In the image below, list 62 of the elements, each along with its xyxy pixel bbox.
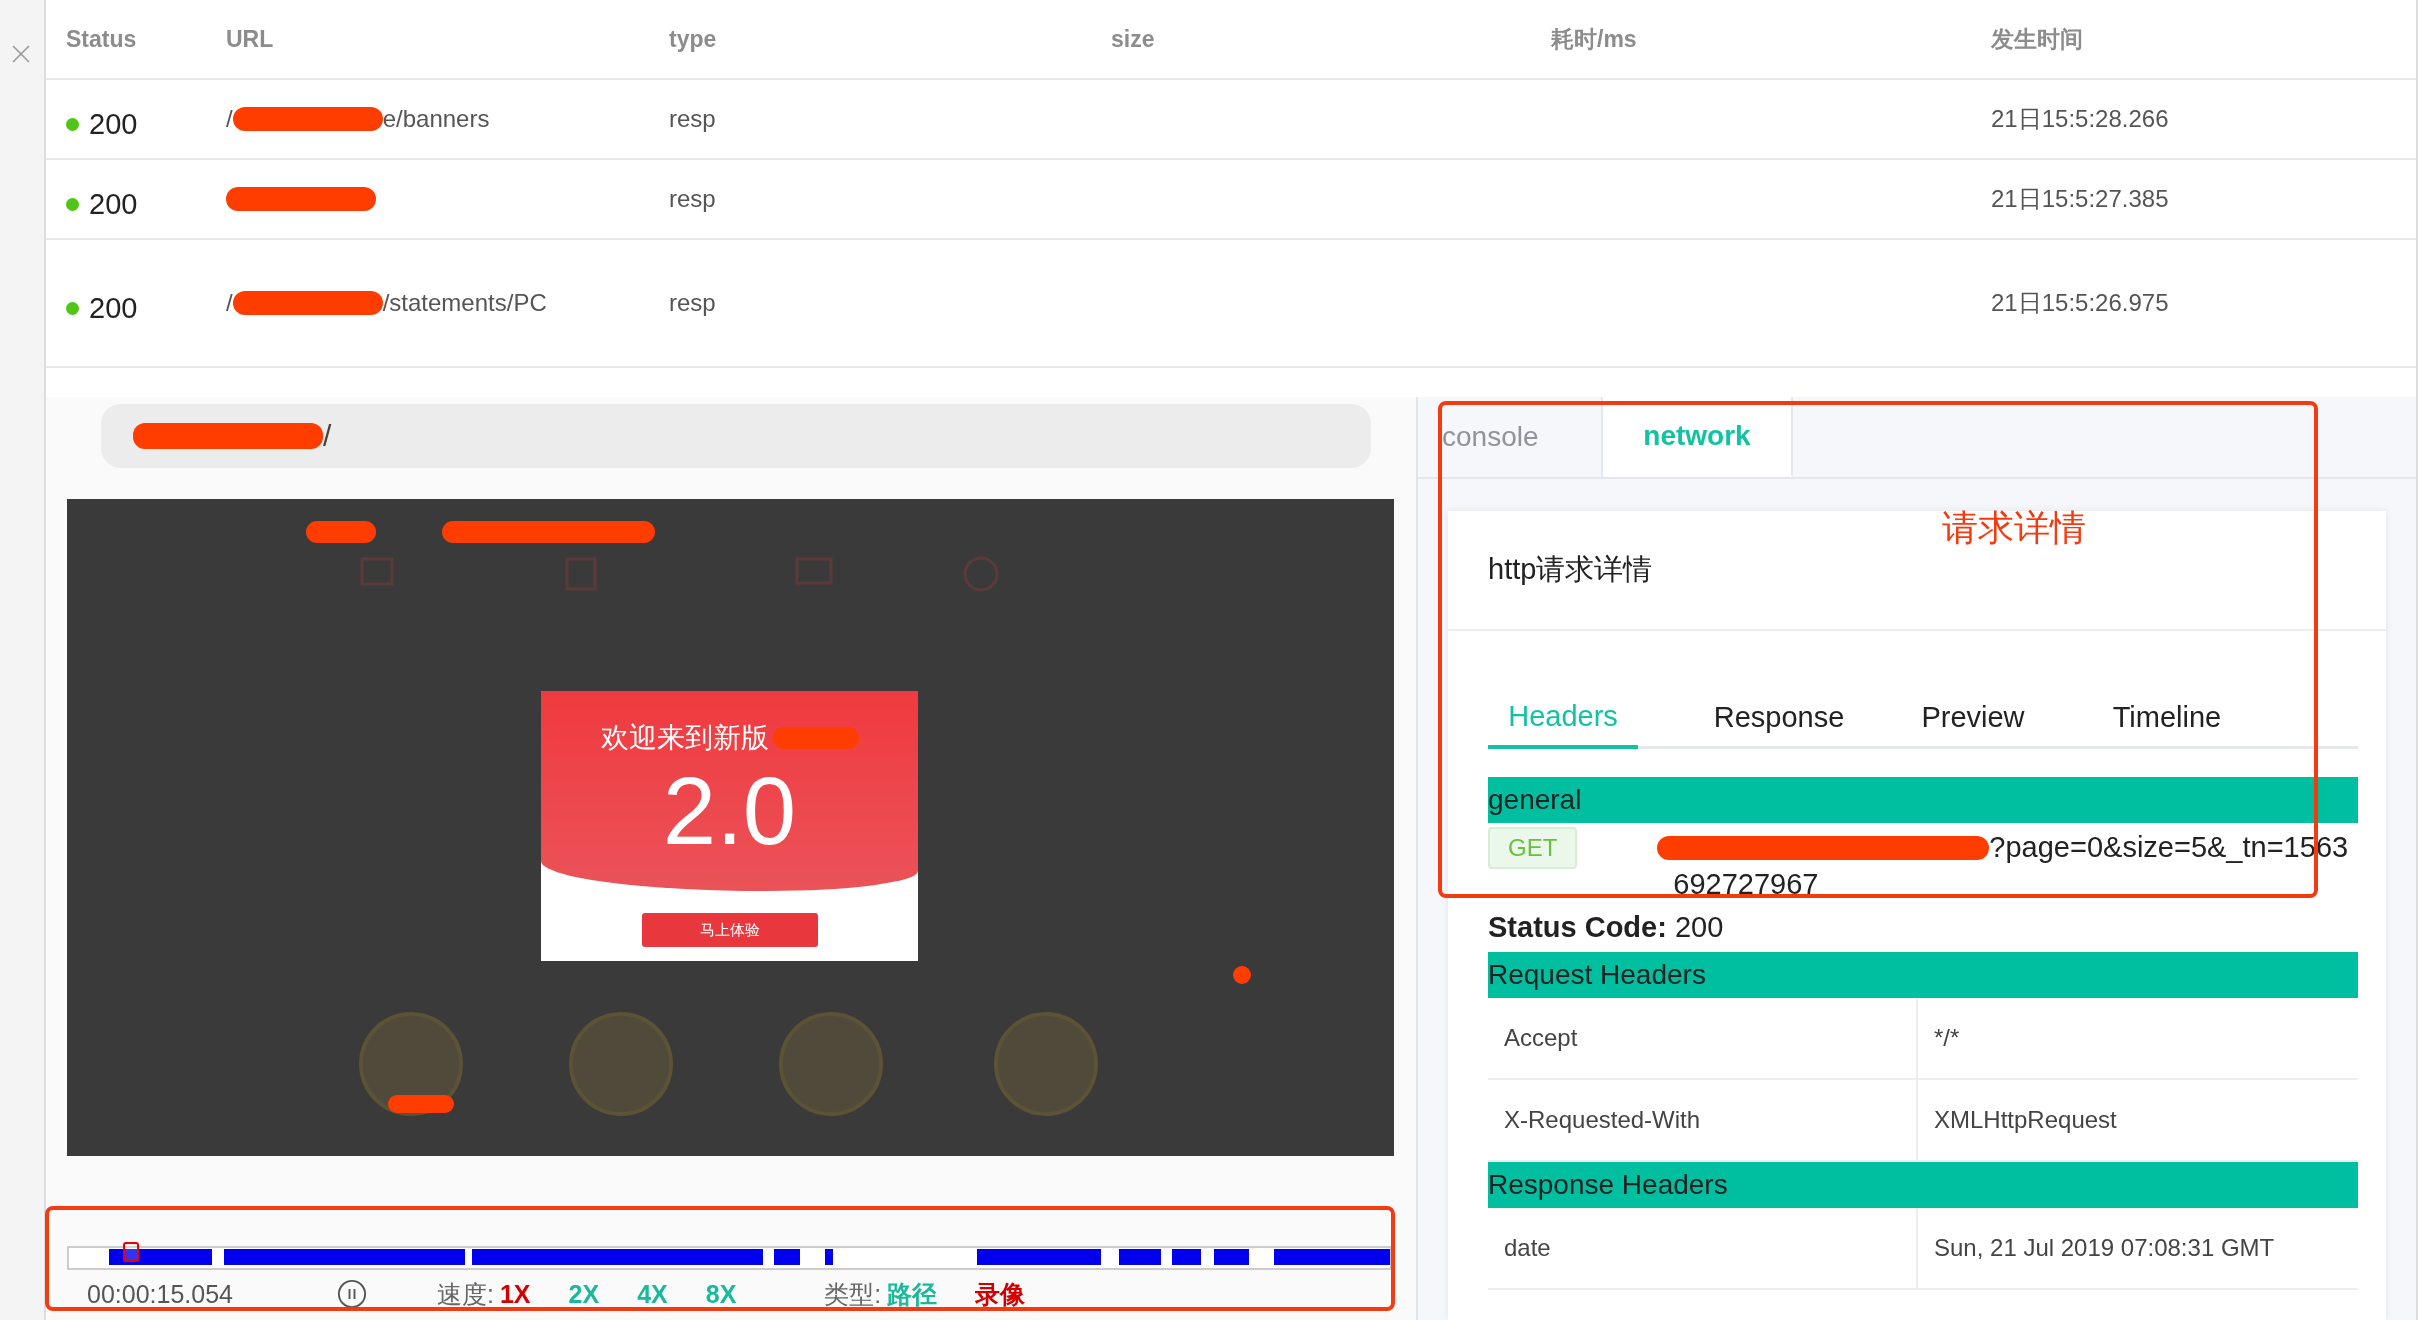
detail-tab[interactable]: Preview (1876, 701, 2070, 746)
header-value: Sun, 21 Jul 2019 07:08:31 GMT (1933, 1234, 2276, 1262)
status-cell: 200 (66, 187, 226, 221)
type-cell-text: resp (669, 105, 717, 133)
url-text: / (226, 104, 233, 134)
redaction-mark (306, 521, 376, 543)
column-header: type (669, 25, 718, 53)
annotation-label: 请求详情 (1942, 506, 2086, 550)
section-header: general (1488, 777, 2358, 823)
speed-option[interactable]: 8X (705, 1279, 737, 1309)
header-name: date (1488, 1208, 1918, 1288)
request-url: 692727967 (1673, 868, 1820, 901)
popup-title: 欢迎来到新版 (600, 721, 769, 755)
method-badge: GET (1488, 827, 1578, 869)
status-cell: 200 (66, 107, 226, 141)
speed-option[interactable]: 4X (637, 1279, 668, 1309)
header-name: Accept (1488, 998, 1918, 1078)
speed-option[interactable]: 2X (568, 1279, 600, 1309)
address-text: / (323, 419, 332, 453)
recorded-segment (824, 1249, 833, 1265)
section-header: Request Headers (1488, 952, 2358, 998)
detail-tab[interactable]: Timeline (2070, 701, 2264, 746)
playhead-handle[interactable] (123, 1242, 140, 1262)
type-cell-text: resp (669, 185, 717, 213)
type-cell-text: resp (669, 289, 717, 317)
url-text: /statements/PC (382, 288, 547, 318)
recorded-segment (1119, 1249, 1162, 1265)
version-number: 2.0 (662, 761, 797, 861)
close-icon[interactable] (11, 44, 31, 64)
speed-label: 速度: (437, 1278, 494, 1310)
url-text: / (226, 288, 233, 318)
recorded-segment (774, 1249, 800, 1265)
url-text: e/banners (382, 104, 490, 134)
column-header: URL (226, 25, 275, 53)
section-header: Response Headers (1488, 1162, 2358, 1208)
speed-option[interactable]: 1X (499, 1279, 531, 1309)
pause-icon[interactable] (337, 1279, 367, 1309)
detail-tab[interactable]: Headers (1488, 700, 1638, 749)
try-now-button[interactable]: 马上体验 (641, 913, 818, 947)
time-cell-text: 21日15:5:28.266 (1991, 104, 2170, 134)
column-header: Status (66, 25, 138, 53)
type-label: 类型: (824, 1278, 882, 1310)
header-value: */* (1933, 1024, 1961, 1052)
elapsed-time: 00:00:15.054 (87, 1279, 234, 1309)
status-cell: 200 (66, 291, 226, 325)
type-option[interactable]: 路径 (887, 1277, 938, 1311)
status-code: Status Code: 200 (1488, 911, 1724, 943)
header-value: XMLHttpRequest (1933, 1106, 2118, 1134)
recorded-segment (1172, 1249, 1202, 1265)
recorded-segment (1214, 1249, 1249, 1265)
header-name: X-Requested-With (1488, 1080, 1918, 1160)
column-header: 耗时/ms (1551, 24, 1638, 54)
redaction-mark (388, 1095, 454, 1113)
time-cell-text: 21日15:5:26.975 (1991, 288, 2170, 318)
card-title: http请求详情 (1488, 552, 1653, 587)
detail-tab[interactable]: Response (1682, 701, 1876, 746)
time-cell-text: 21日15:5:27.385 (1991, 184, 2170, 214)
column-header: size (1111, 25, 1156, 53)
type-option[interactable]: 录像 (975, 1277, 1026, 1311)
panel-tab[interactable]: network (1603, 397, 1793, 477)
column-header: 发生时间 (1991, 24, 2084, 54)
marker-dot (1233, 966, 1251, 984)
